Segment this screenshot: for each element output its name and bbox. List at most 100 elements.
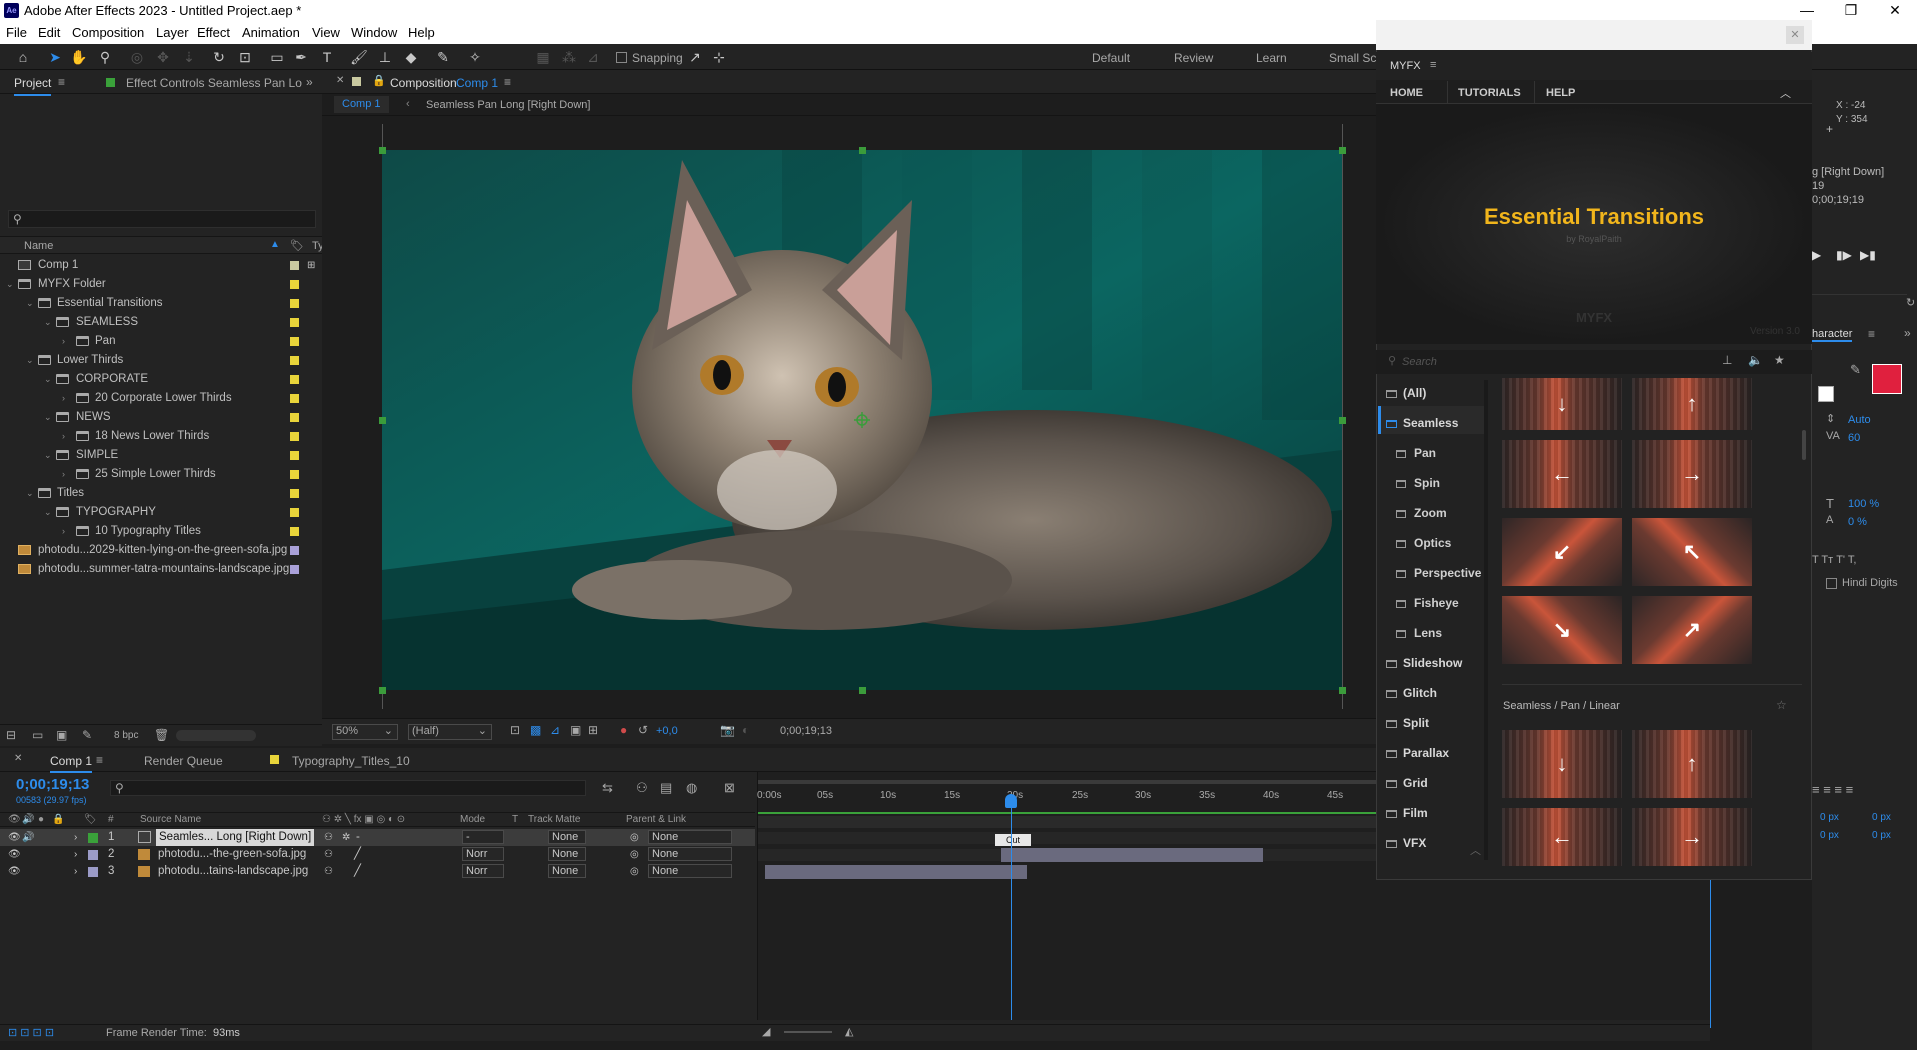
eye-icon[interactable]: 👁 <box>8 863 21 880</box>
project-item-18-news[interactable]: › 18 News Lower Thirds <box>0 427 322 446</box>
clone-stamp-icon[interactable]: ⊥ <box>376 48 394 66</box>
puppet-tool-icon[interactable]: ✧ <box>466 48 484 66</box>
viewer-timecode[interactable]: 0;00;19;13 <box>780 725 832 737</box>
thumbnail-slider[interactable] <box>176 730 256 741</box>
snapshot-icon[interactable]: 📷 <box>720 723 735 737</box>
workspace-learn[interactable]: Learn <box>1256 51 1287 65</box>
category-pan[interactable]: Pan <box>1396 446 1436 460</box>
category-zoom[interactable]: Zoom <box>1396 506 1447 520</box>
shy-layers-icon[interactable]: ⚇ <box>636 780 648 796</box>
rectangle-tool-icon[interactable]: ▭ <box>268 48 286 66</box>
transparency-grid-icon[interactable]: ▩ <box>530 723 541 737</box>
category-fisheye[interactable]: Fisheye <box>1396 596 1459 610</box>
label-swatch[interactable] <box>290 470 299 479</box>
solo-icon[interactable]: ● <box>38 814 44 825</box>
layer-switches-icon[interactable]: ⊡ ⊡ ⊡ ⊡ <box>8 1026 54 1039</box>
layer-3-mode[interactable]: Norr <box>462 864 504 878</box>
minimize-icon[interactable]: — <box>1785 0 1829 22</box>
bpc-label[interactable]: 8 bpc <box>114 730 138 741</box>
transform-handle[interactable] <box>859 687 866 694</box>
tab-timeline-comp[interactable]: Comp 1 <box>50 754 93 773</box>
category-optics[interactable]: Optics <box>1396 536 1451 550</box>
frame-blending-icon[interactable]: ▤ <box>660 780 672 796</box>
thumb-pan-down-left[interactable]: ↙ <box>1502 518 1622 586</box>
shy-switch-icon[interactable]: ⚇ <box>324 829 333 846</box>
label-swatch[interactable] <box>290 318 299 327</box>
myfx-search-bar[interactable]: ⚲ Search ⊥ 🔈 ★ <box>1376 350 1812 374</box>
layer-2-clip[interactable] <box>1001 848 1263 862</box>
menu-edit[interactable]: Edit <box>38 25 60 40</box>
exposure-value[interactable]: +0,0 <box>656 725 678 737</box>
thumb-linear-right[interactable]: → <box>1632 808 1752 866</box>
zoom-tool-icon[interactable]: ⚲ <box>96 48 114 66</box>
category-grid[interactable]: Grid <box>1386 776 1428 790</box>
favorites-star-icon[interactable]: ★ <box>1774 353 1785 367</box>
space-before-value[interactable]: 0 px <box>1820 830 1839 841</box>
myfx-menu-icon[interactable]: ≡ <box>1430 59 1436 71</box>
collapse-arrow-icon[interactable]: ⌄ <box>26 351 34 370</box>
type-tool-icon[interactable]: T <box>318 48 336 66</box>
project-item-25-simple[interactable]: › 25 Simple Lower Thirds <box>0 465 322 484</box>
timeline-timecode[interactable]: 0;00;19;13 <box>16 776 89 793</box>
tracking-value[interactable]: 60 <box>1848 432 1860 444</box>
col-track-matte[interactable]: Track Matte <box>528 814 580 825</box>
switches-icons[interactable]: ⚇ ✲ ╲ fx ▣ ◎ ◐ ⊙ <box>322 814 405 825</box>
pickwhip-icon[interactable]: ◎ <box>630 846 639 863</box>
layer-2-track-matte[interactable]: None <box>548 847 586 861</box>
workspace-small-screen[interactable]: Small Scr <box>1329 51 1380 65</box>
project-search-input[interactable]: ⚲ <box>8 210 316 228</box>
layer-3-track-matte[interactable]: None <box>548 864 586 878</box>
project-item-pan[interactable]: › Pan <box>0 332 322 351</box>
panel-overflow-icon[interactable]: » <box>306 75 313 89</box>
menu-help[interactable]: Help <box>408 25 435 40</box>
label-swatch[interactable] <box>290 508 299 517</box>
category-split[interactable]: Split <box>1386 716 1429 730</box>
section-favorite-icon[interactable]: ☆ <box>1776 698 1787 712</box>
menu-composition[interactable]: Composition <box>72 25 144 40</box>
new-folder-icon[interactable]: ▭ <box>32 728 43 742</box>
thumb-pan-left[interactable]: ← <box>1502 440 1622 508</box>
category-lens[interactable]: Lens <box>1396 626 1442 640</box>
thumb-pan-right[interactable]: → <box>1632 440 1752 508</box>
label-tag-icon[interactable]: 🏷 <box>84 814 97 825</box>
maximize-icon[interactable]: ❐ <box>1829 0 1873 22</box>
selection-tool-icon[interactable]: ➤ <box>46 48 64 66</box>
last-frame-icon[interactable]: ▶▮ <box>1860 248 1876 262</box>
playhead-handle[interactable] <box>1005 794 1017 808</box>
col-mode[interactable]: Mode <box>460 814 485 825</box>
project-item-myfx-folder[interactable]: ⌄ MYFX Folder <box>0 275 322 294</box>
pickwhip-icon[interactable]: ◎ <box>630 829 639 846</box>
nav-home[interactable]: HOME <box>1390 87 1423 99</box>
expand-arrow-icon[interactable]: › <box>74 829 77 846</box>
transform-handle[interactable] <box>1339 687 1346 694</box>
collapse-arrow-icon[interactable]: ⌄ <box>44 370 52 389</box>
axis-icon[interactable]: ⊿ <box>584 48 602 66</box>
collapse-arrow-icon[interactable]: ⌄ <box>26 484 34 503</box>
project-item-essential-transitions[interactable]: ⌄ Essential Transitions <box>0 294 322 313</box>
project-item-20-corporate[interactable]: › 20 Corporate Lower Thirds <box>0 389 322 408</box>
time-ruler[interactable]: 0:00s 05s 10s 15s 20s 25s 30s 35s 40s 45… <box>757 790 1357 806</box>
thumb-linear-down[interactable]: ↓ <box>1502 730 1622 798</box>
label-swatch[interactable] <box>290 432 299 441</box>
col-name[interactable]: Name <box>24 240 53 252</box>
tab-composition-label[interactable]: Composition <box>390 76 457 90</box>
menu-effect[interactable]: Effect <box>197 25 230 40</box>
label-tag-icon[interactable]: 🏷 <box>290 239 304 252</box>
label-swatch[interactable] <box>290 413 299 422</box>
layer-2-name[interactable]: photodu...-the-green-sofa.jpg <box>158 846 306 863</box>
label-swatch[interactable] <box>290 527 299 536</box>
workspace-default[interactable]: Default <box>1092 51 1130 65</box>
layer-row-3[interactable]: 👁 › 3 photodu...tains-landscape.jpg ⚇ ╱ … <box>0 863 755 880</box>
composition-viewer[interactable] <box>382 150 1342 690</box>
breadcrumb-comp[interactable]: Comp 1 <box>334 96 389 113</box>
collapse-arrow-icon[interactable]: ⌄ <box>44 503 52 522</box>
expand-arrow-icon[interactable]: › <box>62 465 65 484</box>
roto-brush-icon[interactable]: ✎ <box>434 48 452 66</box>
thumb-pan-down-right[interactable]: ↘ <box>1502 596 1622 664</box>
myfx-search-input[interactable]: Search <box>1402 356 1437 368</box>
video-switch-icon[interactable]: 👁 <box>8 814 21 825</box>
layer-1-clip[interactable]: Cut <box>995 834 1031 846</box>
pan-tool-icon[interactable]: ✥ <box>154 48 172 66</box>
layer-row-1[interactable]: 👁 🔊 › 1 Seamles... Long [Right Down] ⚇ ✲… <box>0 829 755 846</box>
new-comp-icon[interactable]: ▣ <box>56 728 67 742</box>
